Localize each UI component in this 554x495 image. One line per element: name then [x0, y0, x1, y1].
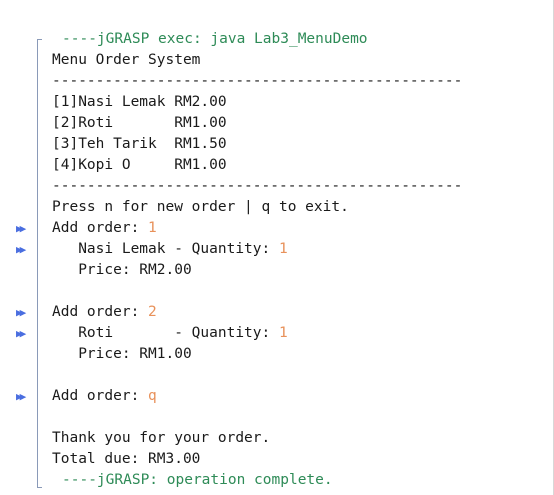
input-arrow-icon: ▶▶	[16, 243, 26, 256]
program-title: Menu Order System	[52, 52, 201, 68]
exec-footer: ----jGRASP: operation complete.	[62, 472, 333, 488]
order-input-2: 2	[148, 304, 157, 320]
quantity-label: Nasi Lemak - Quantity:	[52, 241, 279, 257]
input-arrow-icon: ▶▶	[16, 327, 26, 340]
price-line-1: Price: RM2.00	[52, 262, 192, 278]
order-prompt-3: Add order: q	[52, 386, 157, 407]
order-prompt-label: Add order:	[52, 388, 149, 404]
order-prompt-label: Add order:	[52, 220, 149, 236]
order-input-1: 1	[148, 220, 157, 236]
quantity-input-2: 1	[278, 325, 288, 341]
exec-header: ----jGRASP exec: java Lab3_MenuDemo	[62, 31, 368, 47]
input-arrow-icon: ▶▶	[16, 390, 26, 403]
order-prompt-label: Add order:	[52, 304, 149, 320]
order-input-3: q	[148, 388, 157, 404]
input-arrow-icon: ▶▶	[16, 306, 26, 319]
instruction-text: Press n for new order | q to exit.	[52, 199, 349, 215]
output-bracket	[37, 39, 42, 488]
quantity-prompt-2: Roti - Quantity: 1	[52, 323, 288, 344]
menu-item-2: [2]Roti RM1.00	[52, 115, 227, 131]
divider-top: ----------------------------------------…	[52, 73, 463, 89]
run-io-console[interactable]: ----jGRASP exec: java Lab3_MenuDemo Menu…	[0, 0, 554, 495]
quantity-input-1: 1	[278, 241, 288, 257]
order-prompt-2: Add order: 2	[52, 302, 157, 323]
menu-item-4: [4]Kopi O RM1.00	[52, 157, 227, 173]
price-line-2: Price: RM1.00	[52, 346, 192, 362]
quantity-prompt-1: Nasi Lemak - Quantity: 1	[52, 239, 288, 260]
menu-item-3: [3]Teh Tarik RM1.50	[52, 136, 227, 152]
total-due-text: Total due: RM3.00	[52, 451, 201, 467]
order-prompt-1: Add order: 1	[52, 218, 157, 239]
divider-bottom: ----------------------------------------…	[52, 178, 463, 194]
menu-item-1: [1]Nasi Lemak RM2.00	[52, 94, 227, 110]
thank-you-text: Thank you for your order.	[52, 430, 271, 446]
quantity-label: Roti - Quantity:	[52, 325, 279, 341]
input-arrow-icon: ▶▶	[16, 222, 26, 235]
